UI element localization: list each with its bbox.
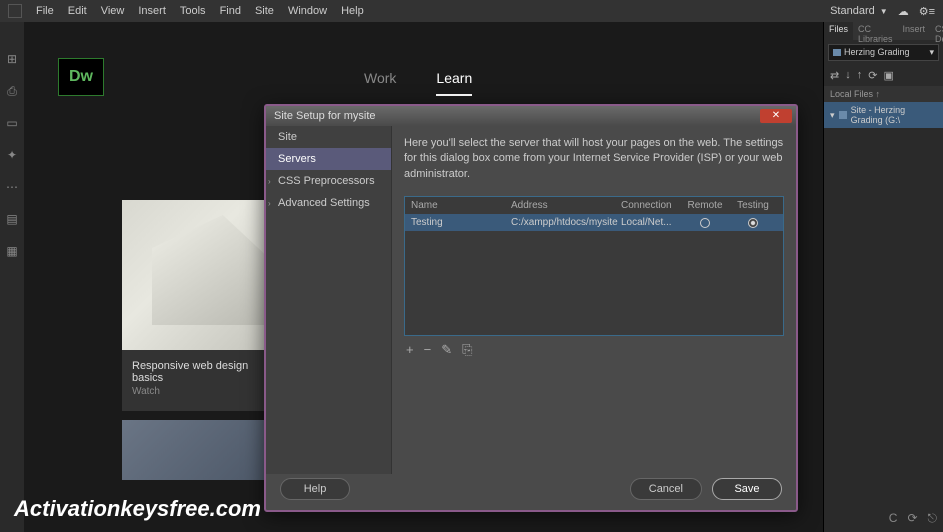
sync-icon[interactable]: ⟳	[868, 69, 877, 82]
save-button[interactable]: Save	[712, 478, 782, 500]
sidebar-item-site[interactable]: Site	[266, 126, 391, 148]
connect-icon[interactable]: ⇄	[830, 69, 839, 82]
dialog-sidebar: Site Servers ›CSS Preprocessors ›Advance…	[266, 126, 392, 474]
col-address: Address	[511, 200, 621, 211]
menu-tools[interactable]: Tools	[180, 5, 206, 17]
menu-bar: File Edit View Insert Tools Find Site Wi…	[0, 0, 943, 22]
sync-icon[interactable]: ☁	[898, 5, 909, 18]
site-setup-dialog: Site Setup for mysite ✕ Site Servers ›CS…	[264, 104, 798, 512]
dialog-content: Here you'll select the server that will …	[392, 126, 796, 474]
duplicate-server-button[interactable]: ⎘	[462, 342, 472, 358]
remote-radio[interactable]	[700, 218, 710, 228]
cell-address: C:/xampp/htdocs/mysite	[511, 217, 621, 228]
dialog-title: Site Setup for mysite	[274, 110, 376, 122]
menu-site[interactable]: Site	[255, 5, 274, 17]
file-tree-root[interactable]: ▾ Site - Herzing Grading (G:\	[824, 102, 943, 128]
server-row[interactable]: Testing C:/xampp/htdocs/mysite Local/Net…	[405, 214, 783, 231]
start-tabs: Work Learn	[364, 70, 472, 96]
app-icon	[8, 4, 22, 18]
workspace-switcher[interactable]: Standard ▼	[830, 5, 888, 17]
col-remote: Remote	[681, 200, 729, 211]
dialog-titlebar[interactable]: Site Setup for mysite ✕	[266, 106, 796, 126]
sidebar-item-css[interactable]: ›CSS Preprocessors	[266, 170, 391, 192]
files-header: Local Files ↑	[824, 86, 943, 102]
tool-code[interactable]: ⎙	[5, 84, 19, 98]
dialog-description: Here you'll select the server that will …	[404, 136, 784, 182]
menu-edit[interactable]: Edit	[68, 5, 87, 17]
menu-view[interactable]: View	[101, 5, 125, 17]
col-connection: Connection	[621, 200, 681, 211]
tab-work[interactable]: Work	[364, 70, 396, 96]
tool-grid[interactable]: ▦	[5, 244, 19, 258]
link-icon[interactable]: ⎋	[928, 511, 938, 526]
file-tree-root-label: Site - Herzing Grading (G:\	[851, 105, 937, 125]
add-server-button[interactable]: +	[406, 342, 414, 358]
edit-server-button[interactable]: ✎	[441, 342, 452, 358]
menu-file[interactable]: File	[36, 5, 54, 17]
cancel-button[interactable]: Cancel	[630, 478, 702, 500]
sidebar-item-advanced[interactable]: ›Advanced Settings	[266, 192, 391, 214]
cell-connection: Local/Net...	[621, 217, 681, 228]
folder-icon	[839, 111, 847, 119]
menu-help[interactable]: Help	[341, 5, 364, 17]
testing-radio[interactable]	[748, 218, 758, 228]
refresh-icon[interactable]: C	[889, 511, 898, 526]
tool-wand[interactable]: ✦	[5, 148, 19, 162]
caret-right-icon: ›	[268, 199, 276, 208]
caret-down-icon: ▾	[830, 110, 835, 121]
tutorial-title: Responsive web design basics	[132, 360, 248, 384]
remove-server-button[interactable]: −	[424, 342, 432, 358]
chevron-down-icon: ▾	[929, 47, 934, 58]
panel-tab-cc[interactable]: CC Libraries	[853, 22, 898, 40]
caret-right-icon: ›	[268, 177, 276, 186]
col-name: Name	[411, 200, 511, 211]
panel-tab-files[interactable]: Files	[824, 22, 853, 40]
sync-status-icon[interactable]: ⟳	[907, 511, 917, 526]
col-testing: Testing	[729, 200, 777, 211]
left-toolbar: ⊞ ⎙ ▭ ✦ ⋯ ▤ ▦	[0, 22, 24, 532]
servers-table: Name Address Connection Remote Testing T…	[404, 196, 784, 336]
status-bar-icons: C ⟳ ⎋	[889, 511, 937, 526]
help-button[interactable]: Help	[280, 478, 350, 500]
menu-find[interactable]: Find	[220, 5, 241, 17]
cell-name: Testing	[411, 217, 511, 228]
panel-tab-css[interactable]: CSS De	[930, 22, 943, 40]
tool-dots[interactable]: ⋯	[5, 180, 19, 194]
upload-icon[interactable]: ↑	[857, 69, 863, 82]
panel-tab-insert[interactable]: Insert	[898, 22, 931, 40]
expand-icon[interactable]: ▣	[883, 69, 893, 82]
site-dropdown[interactable]: Herzing Grading ▾	[828, 44, 939, 61]
right-panel: Files CC Libraries Insert CSS De Herzing…	[823, 22, 943, 532]
sidebar-item-servers[interactable]: Servers	[266, 148, 391, 170]
watermark: Activationkeysfree.com	[14, 496, 261, 522]
download-icon[interactable]: ↓	[845, 69, 851, 82]
menu-insert[interactable]: Insert	[138, 5, 166, 17]
folder-icon	[833, 49, 841, 56]
tool-layout[interactable]: ▤	[5, 212, 19, 226]
tutorial-sub: Watch	[132, 386, 280, 397]
tool-split[interactable]: ⊞	[5, 52, 19, 66]
menu-window[interactable]: Window	[288, 5, 327, 17]
tab-learn[interactable]: Learn	[436, 70, 472, 96]
chevron-down-icon: ▼	[880, 7, 888, 16]
settings-icon[interactable]: ⚙≡	[919, 5, 935, 18]
dw-logo: Dw	[58, 58, 104, 96]
close-button[interactable]: ✕	[760, 109, 792, 123]
tool-live[interactable]: ▭	[5, 116, 19, 130]
